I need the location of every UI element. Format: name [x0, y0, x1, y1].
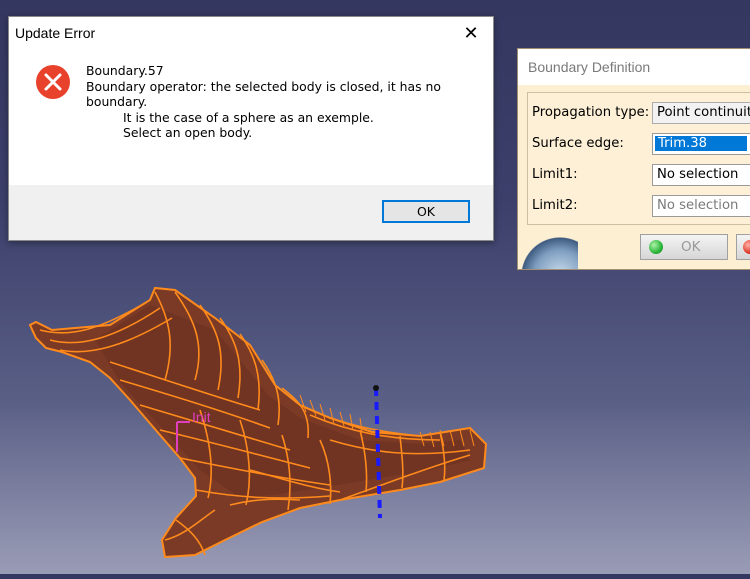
- limit2-field[interactable]: No selection: [652, 195, 750, 217]
- error-message: Boundary.57 Boundary operator: the selec…: [86, 63, 476, 141]
- init-label: Init: [192, 409, 211, 425]
- update-error-footer: OK: [9, 185, 493, 240]
- limit1-field[interactable]: No selection: [652, 164, 750, 186]
- green-ball-icon: [649, 240, 663, 254]
- surface-edge-label: Surface edge:: [532, 136, 624, 151]
- propagation-type-label: Propagation type:: [532, 105, 650, 120]
- axis-endpoint: [373, 385, 379, 391]
- boundary-definition-dialog: Boundary Definition Propagation type: Po…: [517, 48, 750, 270]
- error-message-line: Select an open body.: [123, 125, 253, 140]
- red-ball-icon: [743, 240, 750, 254]
- error-circle-icon: [36, 65, 70, 99]
- boundary-definition-form: Propagation type: Point continuit Surfac…: [527, 92, 750, 225]
- update-error-titlebar[interactable]: Update Error ✕: [9, 17, 493, 49]
- boundary-definition-titlebar[interactable]: Boundary Definition: [518, 49, 750, 85]
- limit2-label: Limit2:: [532, 198, 578, 213]
- error-message-line: Boundary operator: the selected body is …: [86, 78, 441, 94]
- update-error-dialog: Update Error ✕ Boundary.57 Boundary oper…: [8, 16, 494, 241]
- surface-edge-value: Trim.38: [655, 136, 747, 151]
- error-message-line: boundary.: [86, 94, 148, 109]
- propagation-type-combo[interactable]: Point continuit: [652, 102, 750, 124]
- propagation-type-row: Propagation type: Point continuit: [528, 101, 750, 128]
- boundary-ok-label: OK: [681, 239, 701, 255]
- surface-edge-row: Surface edge: Trim.38: [528, 132, 750, 159]
- limit2-row: Limit2: No selection: [528, 194, 750, 221]
- surface-edge-field[interactable]: Trim.38: [652, 133, 750, 155]
- close-icon[interactable]: ✕: [449, 17, 493, 49]
- globe-icon: [518, 230, 578, 269]
- boundary-definition-title: Boundary Definition: [528, 59, 651, 75]
- boundary-ok-button[interactable]: OK: [640, 234, 728, 260]
- limit1-row: Limit1: No selection: [528, 163, 750, 190]
- ok-button[interactable]: OK: [382, 200, 470, 223]
- update-error-title: Update Error: [15, 25, 96, 41]
- limit1-label: Limit1:: [532, 167, 578, 182]
- boundary-cancel-button[interactable]: [736, 234, 750, 260]
- error-message-line: It is the case of a sphere as an exemple…: [123, 109, 374, 125]
- error-message-line: Boundary.57: [86, 63, 164, 78]
